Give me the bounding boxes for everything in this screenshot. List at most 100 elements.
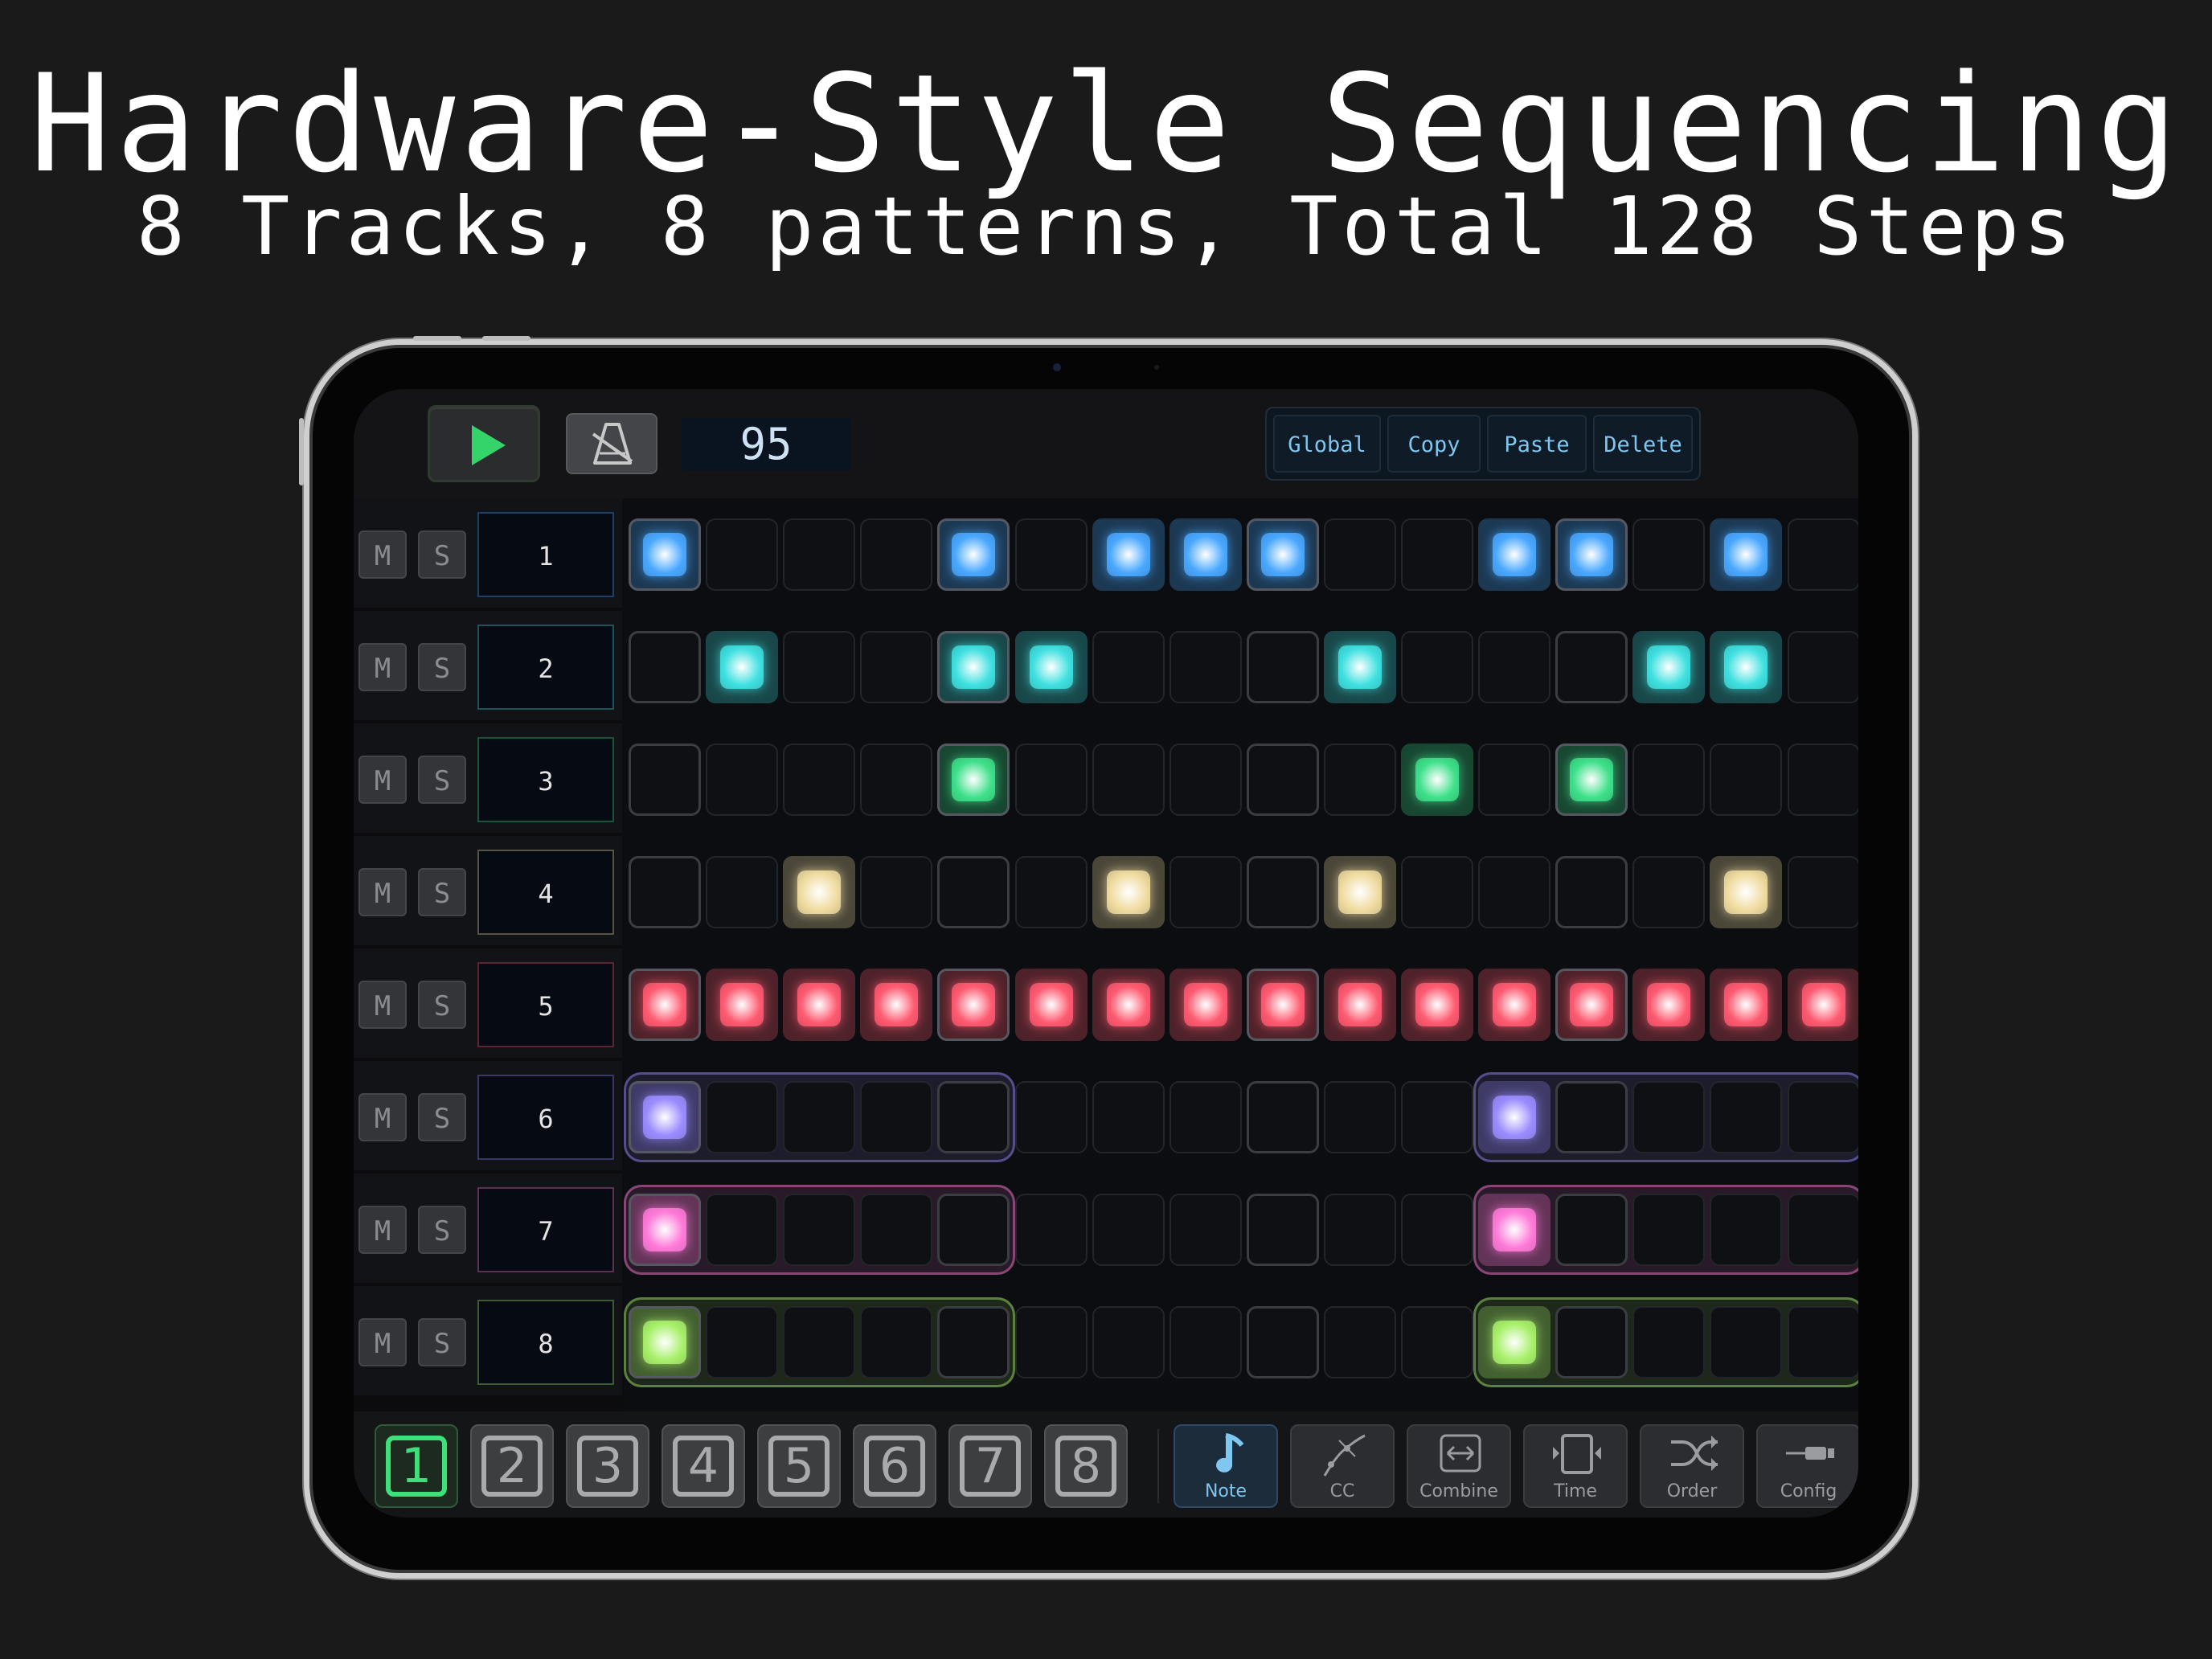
step-button[interactable]: [1555, 631, 1628, 703]
step-button[interactable]: [1092, 518, 1165, 591]
step-button[interactable]: [1246, 518, 1319, 591]
step-button[interactable]: [1401, 1194, 1473, 1266]
step-button[interactable]: [1246, 1306, 1319, 1378]
step-button[interactable]: [783, 1081, 856, 1153]
step-button[interactable]: [1710, 1194, 1783, 1266]
step-button[interactable]: [1478, 1081, 1551, 1153]
step-button[interactable]: [1246, 856, 1319, 928]
solo-button[interactable]: S: [418, 756, 466, 804]
step-button[interactable]: [1169, 1081, 1242, 1153]
step-button[interactable]: [1092, 631, 1165, 703]
step-button[interactable]: [1014, 1306, 1088, 1378]
pattern-button[interactable]: 3: [566, 1424, 649, 1508]
track-label[interactable]: 7: [477, 1187, 614, 1272]
step-button[interactable]: [1092, 1081, 1165, 1153]
step-button[interactable]: [937, 1081, 1010, 1153]
step-button[interactable]: [1014, 631, 1088, 703]
step-button[interactable]: [1632, 518, 1706, 591]
step-button[interactable]: [1632, 1306, 1706, 1378]
step-button[interactable]: [1787, 969, 1858, 1041]
step-button[interactable]: [629, 743, 701, 816]
mode-cc-button[interactable]: CC: [1290, 1424, 1395, 1508]
step-button[interactable]: [1710, 631, 1783, 703]
pattern-button[interactable]: 4: [662, 1424, 745, 1508]
step-button[interactable]: [783, 969, 856, 1041]
step-button[interactable]: [783, 743, 856, 816]
step-button[interactable]: [1014, 856, 1088, 928]
step-button[interactable]: [1710, 856, 1783, 928]
step-button[interactable]: [706, 1194, 779, 1266]
step-button[interactable]: [937, 969, 1010, 1041]
step-button[interactable]: [1710, 969, 1783, 1041]
step-button[interactable]: [706, 743, 779, 816]
pattern-button[interactable]: 6: [853, 1424, 936, 1508]
step-button[interactable]: [1014, 1081, 1088, 1153]
step-button[interactable]: [1092, 1194, 1165, 1266]
paste-button[interactable]: Paste: [1487, 415, 1587, 473]
step-button[interactable]: [1478, 631, 1551, 703]
step-button[interactable]: [1478, 1306, 1551, 1378]
step-button[interactable]: [1246, 1081, 1319, 1153]
step-button[interactable]: [1555, 969, 1628, 1041]
pattern-button[interactable]: 5: [757, 1424, 841, 1508]
step-button[interactable]: [1401, 518, 1473, 591]
step-button[interactable]: [1323, 856, 1396, 928]
solo-button[interactable]: S: [418, 1318, 466, 1366]
step-button[interactable]: [1401, 631, 1473, 703]
mode-combine-button[interactable]: Combine: [1407, 1424, 1511, 1508]
step-button[interactable]: [860, 969, 933, 1041]
step-button[interactable]: [1323, 1306, 1396, 1378]
step-button[interactable]: [1787, 631, 1858, 703]
pattern-button[interactable]: 2: [470, 1424, 554, 1508]
step-button[interactable]: [860, 1081, 933, 1153]
step-button[interactable]: [1478, 743, 1551, 816]
step-button[interactable]: [706, 631, 779, 703]
step-button[interactable]: [1401, 743, 1473, 816]
step-button[interactable]: [860, 1194, 933, 1266]
step-button[interactable]: [1632, 743, 1706, 816]
track-label[interactable]: 8: [477, 1300, 614, 1385]
step-button[interactable]: [1555, 1194, 1628, 1266]
mute-button[interactable]: M: [358, 1318, 407, 1366]
step-button[interactable]: [1014, 743, 1088, 816]
step-button[interactable]: [1555, 743, 1628, 816]
pattern-button[interactable]: 1: [375, 1424, 458, 1508]
step-button[interactable]: [1092, 743, 1165, 816]
step-button[interactable]: [1169, 1306, 1242, 1378]
step-button[interactable]: [1787, 1081, 1858, 1153]
mode-note-button[interactable]: Note: [1174, 1424, 1278, 1508]
track-label[interactable]: 3: [477, 737, 614, 822]
step-button[interactable]: [1246, 743, 1319, 816]
step-button[interactable]: [706, 518, 779, 591]
delete-button[interactable]: Delete: [1593, 415, 1693, 473]
pattern-button[interactable]: 8: [1044, 1424, 1128, 1508]
step-button[interactable]: [1014, 969, 1088, 1041]
step-button[interactable]: [1478, 518, 1551, 591]
step-button[interactable]: [629, 518, 701, 591]
track-label[interactable]: 5: [477, 962, 614, 1047]
step-button[interactable]: [1478, 856, 1551, 928]
step-button[interactable]: [783, 1306, 856, 1378]
track-label[interactable]: 6: [477, 1075, 614, 1160]
step-button[interactable]: [706, 856, 779, 928]
solo-button[interactable]: S: [418, 643, 466, 691]
solo-button[interactable]: S: [418, 530, 466, 579]
step-button[interactable]: [1632, 1081, 1706, 1153]
step-button[interactable]: [1401, 1306, 1473, 1378]
step-button[interactable]: [1014, 518, 1088, 591]
step-button[interactable]: [1246, 1194, 1319, 1266]
step-button[interactable]: [1323, 743, 1396, 816]
step-button[interactable]: [783, 518, 856, 591]
mute-button[interactable]: M: [358, 1093, 407, 1141]
mode-order-button[interactable]: Order: [1640, 1424, 1744, 1508]
copy-button[interactable]: Copy: [1387, 415, 1481, 473]
play-button[interactable]: [428, 405, 540, 482]
step-button[interactable]: [629, 631, 701, 703]
pattern-button[interactable]: 7: [948, 1424, 1032, 1508]
step-button[interactable]: [1787, 856, 1858, 928]
mute-button[interactable]: M: [358, 1206, 407, 1254]
step-button[interactable]: [783, 631, 856, 703]
solo-button[interactable]: S: [418, 1093, 466, 1141]
step-button[interactable]: [937, 518, 1010, 591]
step-button[interactable]: [706, 969, 779, 1041]
